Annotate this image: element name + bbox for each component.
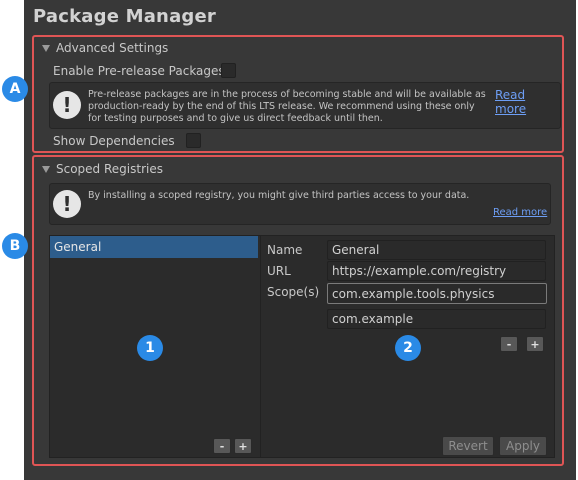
prerelease-help-text: Pre-release packages are in the process … (88, 89, 486, 124)
callout-2: 2 (395, 335, 421, 361)
prerelease-label: Enable Pre-release Packages (53, 64, 225, 78)
scope-field[interactable]: com.example (327, 309, 546, 329)
scoped-registries-header: Scoped Registries (56, 162, 163, 176)
registry-list-item[interactable]: General (50, 236, 258, 258)
scope-field[interactable]: com.example.tools.physics (327, 283, 547, 304)
add-registry-button[interactable]: + (234, 438, 252, 454)
show-dependencies-checkbox[interactable] (186, 133, 201, 148)
scopes-label: Scope(s) (267, 285, 320, 299)
warning-icon: ! (53, 91, 81, 119)
scoped-help-box: ! By installing a scoped registry, you m… (49, 183, 551, 225)
callout-a: A (2, 76, 28, 102)
foldout-arrow-icon (42, 165, 50, 173)
foldout-arrow-icon (42, 44, 50, 52)
show-dependencies-label: Show Dependencies (53, 134, 175, 148)
prerelease-checkbox[interactable] (221, 63, 236, 78)
advanced-settings-foldout[interactable]: Advanced Settings (42, 41, 168, 55)
apply-button[interactable]: Apply (499, 436, 547, 456)
window-title: Package Manager (33, 6, 216, 27)
prerelease-help-box: ! Pre-release packages are in the proces… (49, 82, 561, 129)
name-label: Name (267, 243, 303, 257)
callout-b: B (2, 233, 28, 259)
scoped-read-more-link[interactable]: Read more (493, 207, 547, 218)
prerelease-read-more-link[interactable]: Read more (495, 88, 560, 116)
remove-scope-button[interactable]: - (500, 336, 518, 352)
callout-1: 1 (137, 335, 163, 361)
url-label: URL (267, 264, 291, 278)
scoped-help-text: By installing a scoped registry, you mig… (88, 190, 470, 201)
remove-registry-button[interactable]: - (213, 438, 231, 454)
advanced-settings-header: Advanced Settings (56, 41, 169, 55)
scoped-registries-foldout[interactable]: Scoped Registries (42, 162, 163, 176)
revert-button[interactable]: Revert (442, 436, 494, 456)
url-field[interactable]: https://example.com/registry (327, 261, 546, 281)
name-field[interactable]: General (327, 240, 546, 260)
add-scope-button[interactable]: + (526, 336, 544, 352)
warning-icon: ! (53, 190, 81, 218)
